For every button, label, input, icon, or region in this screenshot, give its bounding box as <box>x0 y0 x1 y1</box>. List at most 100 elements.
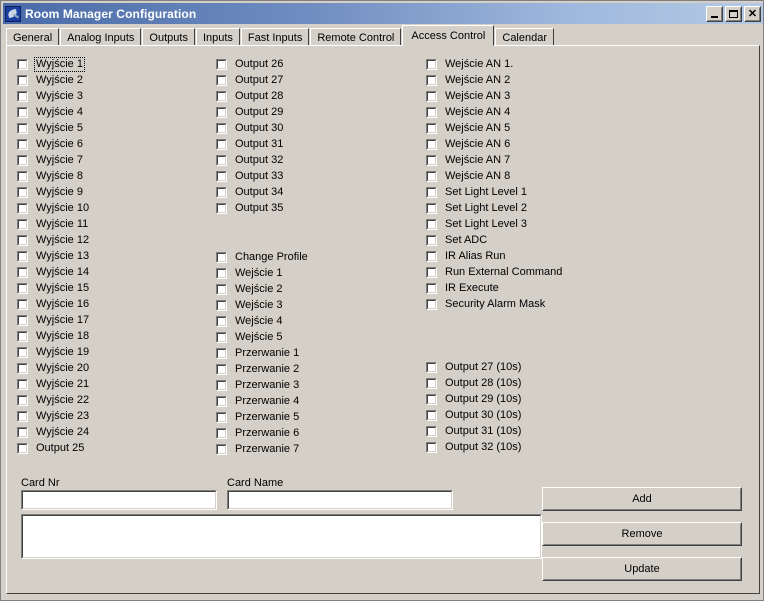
checkbox-icon[interactable] <box>216 106 227 118</box>
checkbox-row[interactable]: Set Light Level 1 <box>426 184 563 200</box>
checkbox-icon[interactable] <box>216 138 227 150</box>
checkbox-row[interactable]: Przerwanie 4 <box>216 393 309 409</box>
add-button[interactable]: Add <box>542 487 742 511</box>
checkbox-row[interactable]: Wyjście 20 <box>17 360 90 376</box>
maximize-button[interactable] <box>725 5 742 22</box>
checkbox-icon[interactable] <box>17 266 28 278</box>
checkbox-icon[interactable] <box>216 122 227 134</box>
checkbox-icon[interactable] <box>426 90 437 102</box>
checkbox-row[interactable]: Run External Command <box>426 264 563 280</box>
checkbox-row[interactable]: Set ADC <box>426 232 563 248</box>
tab-fast-inputs[interactable]: Fast Inputs <box>240 28 310 46</box>
checkbox-icon[interactable] <box>17 74 28 86</box>
checkbox-row[interactable]: Wyjście 6 <box>17 136 90 152</box>
tab-access-control[interactable]: Access Control <box>402 25 495 46</box>
checkbox-icon[interactable] <box>426 202 437 214</box>
update-button[interactable]: Update <box>542 557 742 581</box>
checkbox-row[interactable]: Set Light Level 2 <box>426 200 563 216</box>
checkbox-icon[interactable] <box>216 443 227 455</box>
checkbox-icon[interactable] <box>216 395 227 407</box>
checkbox-row[interactable]: Output 30 <box>216 120 284 136</box>
checkbox-row[interactable]: Wyjście 2 <box>17 72 90 88</box>
checkbox-row[interactable]: Wyjście 12 <box>17 232 90 248</box>
card-list-textarea[interactable] <box>24 516 539 557</box>
checkbox-icon[interactable] <box>17 58 28 70</box>
checkbox-icon[interactable] <box>17 298 28 310</box>
checkbox-row[interactable]: Przerwanie 3 <box>216 377 309 393</box>
checkbox-row[interactable]: Wyjście 22 <box>17 392 90 408</box>
checkbox-row[interactable]: Wyjście 13 <box>17 248 90 264</box>
checkbox-row[interactable]: Wyjście 11 <box>17 216 90 232</box>
checkbox-icon[interactable] <box>216 299 227 311</box>
checkbox-icon[interactable] <box>426 218 437 230</box>
tab-inputs[interactable]: Inputs <box>195 28 240 46</box>
tab-analog-inputs[interactable]: Analog Inputs <box>60 28 142 46</box>
checkbox-row[interactable]: Wejście 5 <box>216 329 309 345</box>
checkbox-icon[interactable] <box>17 410 28 422</box>
checkbox-row[interactable]: Wejście 1 <box>216 265 309 281</box>
checkbox-icon[interactable] <box>216 379 227 391</box>
minimize-button[interactable] <box>706 5 723 22</box>
checkbox-row[interactable]: Output 31 <box>216 136 284 152</box>
card-list-box[interactable] <box>21 514 542 559</box>
checkbox-icon[interactable] <box>17 106 28 118</box>
card-name-input-wrapper[interactable] <box>227 490 453 510</box>
checkbox-icon[interactable] <box>426 170 437 182</box>
checkbox-row[interactable]: Security Alarm Mask <box>426 296 563 312</box>
close-button[interactable]: ✕ <box>744 5 761 22</box>
checkbox-icon[interactable] <box>426 154 437 166</box>
checkbox-icon[interactable] <box>426 425 437 437</box>
checkbox-row[interactable]: Output 26 <box>216 56 284 72</box>
checkbox-row[interactable]: Wyjście 1 <box>17 56 90 72</box>
checkbox-row[interactable]: Output 33 <box>216 168 284 184</box>
checkbox-row[interactable]: Output 35 <box>216 200 284 216</box>
checkbox-row[interactable]: Wyjście 15 <box>17 280 90 296</box>
checkbox-icon[interactable] <box>426 106 437 118</box>
checkbox-row[interactable]: Przerwanie 1 <box>216 345 309 361</box>
checkbox-row[interactable]: Wyjście 24 <box>17 424 90 440</box>
checkbox-icon[interactable] <box>17 138 28 150</box>
checkbox-row[interactable]: IR Alias Run <box>426 248 563 264</box>
checkbox-icon[interactable] <box>426 409 437 421</box>
checkbox-row[interactable]: Wejście AN 8 <box>426 168 563 184</box>
checkbox-icon[interactable] <box>17 218 28 230</box>
checkbox-icon[interactable] <box>17 154 28 166</box>
checkbox-row[interactable]: Wejście AN 6 <box>426 136 563 152</box>
checkbox-icon[interactable] <box>17 170 28 182</box>
checkbox-row[interactable]: Wejście AN 2 <box>426 72 563 88</box>
checkbox-icon[interactable] <box>17 122 28 134</box>
checkbox-row[interactable]: Wejście AN 5 <box>426 120 563 136</box>
checkbox-icon[interactable] <box>17 234 28 246</box>
card-nr-input[interactable] <box>24 492 214 508</box>
checkbox-icon[interactable] <box>216 170 227 182</box>
checkbox-row[interactable]: Wejście 2 <box>216 281 309 297</box>
checkbox-icon[interactable] <box>426 74 437 86</box>
checkbox-row[interactable]: Output 31 (10s) <box>426 423 522 439</box>
checkbox-row[interactable]: Wejście AN 7 <box>426 152 563 168</box>
checkbox-row[interactable]: Output 27 <box>216 72 284 88</box>
checkbox-row[interactable]: Wejście AN 4 <box>426 104 563 120</box>
checkbox-icon[interactable] <box>17 282 28 294</box>
checkbox-icon[interactable] <box>17 394 28 406</box>
checkbox-row[interactable]: Wejście AN 3 <box>426 88 563 104</box>
card-nr-input-wrapper[interactable] <box>21 490 217 510</box>
checkbox-icon[interactable] <box>216 283 227 295</box>
card-name-input[interactable] <box>230 492 450 508</box>
checkbox-row[interactable]: Change Profile <box>216 249 309 265</box>
checkbox-row[interactable]: Output 32 <box>216 152 284 168</box>
checkbox-icon[interactable] <box>426 122 437 134</box>
checkbox-row[interactable]: Przerwanie 5 <box>216 409 309 425</box>
checkbox-icon[interactable] <box>216 331 227 343</box>
checkbox-icon[interactable] <box>17 362 28 374</box>
checkbox-icon[interactable] <box>426 250 437 262</box>
checkbox-row[interactable]: IR Execute <box>426 280 563 296</box>
checkbox-icon[interactable] <box>426 186 437 198</box>
checkbox-icon[interactable] <box>17 442 28 454</box>
checkbox-icon[interactable] <box>216 90 227 102</box>
checkbox-row[interactable]: Output 32 (10s) <box>426 439 522 455</box>
checkbox-icon[interactable] <box>216 202 227 214</box>
checkbox-row[interactable]: Wyjście 4 <box>17 104 90 120</box>
checkbox-row[interactable]: Output 34 <box>216 184 284 200</box>
checkbox-icon[interactable] <box>216 251 227 263</box>
checkbox-row[interactable]: Output 30 (10s) <box>426 407 522 423</box>
